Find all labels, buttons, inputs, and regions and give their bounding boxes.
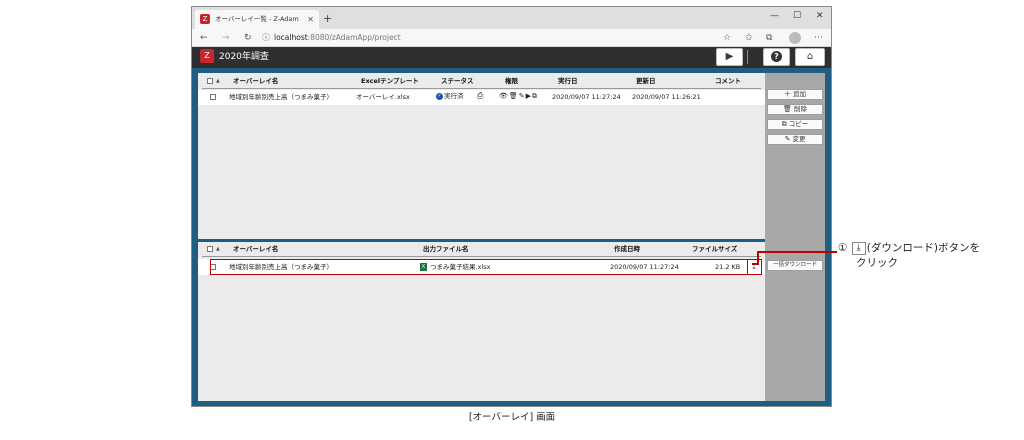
select-all-files-checkbox[interactable]	[207, 246, 213, 252]
col-created[interactable]: 作成日時	[614, 244, 640, 254]
status-text: 実行済	[444, 92, 464, 100]
col-updated[interactable]: 更新日	[636, 76, 656, 86]
figure-caption: [オーバーレイ] 画面	[468, 412, 556, 423]
tab-close-icon[interactable]: ✕	[307, 10, 314, 29]
row-checkbox[interactable]	[210, 94, 216, 100]
copy-small-icon[interactable]: ⧉	[532, 92, 538, 100]
sort-asc-icon[interactable]: ▲	[216, 76, 220, 86]
copy-icon: ⧉	[781, 120, 787, 128]
content-frame: ▲ オーバーレイ名 Excelテンプレート ステータス 権限 実行日 更新日 コ…	[192, 68, 831, 406]
callout-line	[757, 251, 837, 253]
callout-line2: クリック	[856, 257, 898, 269]
url-field[interactable]: localhost:8080/zAdamApp/project	[274, 31, 401, 45]
executed-cell: 2020/09/07 11:27:24	[552, 93, 621, 101]
edit-button[interactable]: ✎ 変更	[767, 134, 823, 145]
collections-icon[interactable]: ⧉	[766, 31, 772, 45]
row-highlight	[210, 259, 762, 275]
favorites-list-icon[interactable]: ✩	[745, 31, 753, 45]
close-window-button[interactable]: ✕	[816, 10, 824, 22]
trash-icon[interactable]: 🗑	[509, 92, 519, 100]
project-title: 2020年調査	[219, 52, 269, 62]
col-overlay-name[interactable]: オーバーレイ名	[233, 76, 278, 86]
callout-text: ① ⤓ (ダウンロード)ボタンを	[838, 241, 980, 255]
forward-icon[interactable]: →	[222, 31, 230, 45]
check-icon: ✓	[436, 92, 443, 100]
favorite-star-icon[interactable]: ☆	[723, 31, 731, 45]
home-button[interactable]: ⌂	[795, 48, 825, 66]
bulk-download-button[interactable]: 一括ダウンロード	[767, 260, 823, 271]
tab-title: オーバーレイ一覧 - Z-Adam	[215, 15, 299, 23]
more-menu-icon[interactable]: ⋯	[814, 31, 823, 45]
action-sidebar: ＋追加 🗑 削除 ⧉ コピー ✎ 変更 一括ダウンロード	[765, 73, 825, 401]
app-header: Z 2020年調査 ▶ ? ⌂	[192, 47, 831, 68]
callout-line1: (ダウンロード)ボタンを	[866, 242, 980, 254]
copy-label: コピー	[788, 120, 809, 128]
updated-cell: 2020/09/07 11:26:21	[632, 93, 701, 101]
col-status[interactable]: ステータス	[441, 76, 474, 86]
col-excel-template[interactable]: Excelテンプレート	[361, 76, 419, 86]
run-button[interactable]: ▶	[716, 48, 743, 66]
trash-icon: 🗑	[783, 105, 792, 113]
address-bar: ← → ↻ ⓘ localhost:8080/zAdamApp/project …	[192, 29, 831, 47]
header-divider-line	[202, 88, 761, 89]
maximize-button[interactable]: ☐	[793, 10, 801, 22]
refresh-icon[interactable]: ↻	[244, 31, 252, 45]
tab-bar: Z オーバーレイ一覧 - Z-Adam ✕ + — ☐ ✕	[192, 7, 831, 29]
callout-line	[752, 263, 759, 265]
copy-button[interactable]: ⧉ コピー	[767, 119, 823, 130]
pencil-icon[interactable]: ✎	[519, 92, 526, 100]
plus-icon: ＋	[784, 90, 791, 98]
content-area: ▲ オーバーレイ名 Excelテンプレート ステータス 権限 実行日 更新日 コ…	[198, 73, 825, 401]
header-divider	[747, 50, 748, 64]
header-divider-line	[202, 256, 761, 257]
print-icon[interactable]: ⎙	[477, 91, 483, 101]
sort-asc-icon[interactable]: ▲	[216, 244, 220, 254]
delete-button[interactable]: 🗑 削除	[767, 104, 823, 115]
col-executed[interactable]: 実行日	[558, 76, 578, 86]
download-icon: ⤓	[851, 241, 866, 255]
back-icon[interactable]: ←	[200, 31, 208, 45]
minimize-button[interactable]: —	[770, 10, 779, 22]
app-logo-icon: Z	[200, 49, 214, 63]
delete-label: 削除	[793, 105, 807, 113]
play-icon: ▶	[725, 51, 734, 62]
col-output-file[interactable]: 出力ファイル名	[423, 244, 469, 254]
help-button[interactable]: ?	[763, 48, 790, 66]
new-tab-button[interactable]: +	[323, 10, 332, 27]
col-permission[interactable]: 権限	[505, 76, 518, 86]
status-cell: ✓ 実行済	[436, 91, 464, 101]
pane-splitter[interactable]	[198, 239, 765, 242]
profile-avatar-icon[interactable]	[789, 32, 801, 44]
url-host: localhost	[274, 33, 308, 42]
col-comment[interactable]: コメント	[715, 76, 741, 86]
browser-tab[interactable]: Z オーバーレイ一覧 - Z-Adam ✕	[195, 10, 319, 29]
info-icon[interactable]: ⓘ	[262, 31, 270, 45]
add-label: 追加	[793, 90, 806, 98]
app-favicon-icon: Z	[200, 14, 210, 24]
overlay-name-cell: 地域別年齢別売上高（つまみ菓子）	[229, 93, 333, 101]
browser-window: Z オーバーレイ一覧 - Z-Adam ✕ + — ☐ ✕ ← → ↻ ⓘ lo…	[191, 6, 832, 407]
add-button[interactable]: ＋追加	[767, 89, 823, 100]
home-icon: ⌂	[806, 51, 814, 62]
template-cell: オーバーレイ.xlsx	[356, 93, 410, 101]
view-icon[interactable]: 👁	[499, 92, 509, 100]
url-path: :8080/zAdamApp/project	[307, 33, 401, 42]
col-file-size[interactable]: ファイルサイズ	[692, 244, 737, 254]
permission-icons: 👁🗑✎▶⧉	[499, 91, 538, 101]
help-icon: ?	[771, 51, 782, 62]
edit-label: 変更	[792, 135, 806, 143]
select-all-checkbox[interactable]	[207, 78, 213, 84]
col-overlay-name[interactable]: オーバーレイ名	[233, 244, 278, 254]
pencil-icon: ✎	[784, 135, 791, 143]
callout-number: ①	[838, 242, 848, 254]
